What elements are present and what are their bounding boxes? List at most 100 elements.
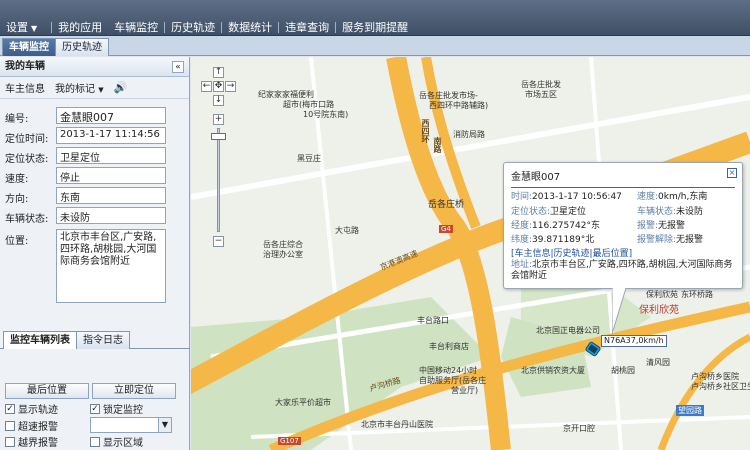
popup-links[interactable]: [车主信息|历史轨迹|最后位置] bbox=[511, 246, 632, 259]
my-marks-dropdown[interactable]: 我的标记 ▼ bbox=[55, 80, 104, 95]
menu-statistics[interactable]: 数据统计 bbox=[222, 19, 278, 35]
main-menu: 设置 ▼ 我的应用 车辆监控 历史轨迹 数据统计 违章查询 服务到期提醒 bbox=[0, 18, 414, 36]
zoom-out-icon[interactable]: − bbox=[213, 236, 224, 247]
direction-label: 方向: bbox=[5, 194, 29, 205]
popup-alarm-value: 无报警 bbox=[658, 221, 686, 231]
popup-alarm-clear-value: 无报警 bbox=[676, 235, 704, 245]
popup-lng-label: 经度: bbox=[511, 221, 533, 231]
map-label: 黑豆庄 bbox=[297, 154, 321, 163]
time-field: 2013-1-17 11:14:56 bbox=[56, 127, 166, 144]
owner-info-link[interactable]: 车主信息 bbox=[5, 80, 45, 95]
top-menu-bar: 设置 ▼ 我的应用 车辆监控 历史轨迹 数据统计 违章查询 服务到期提醒 bbox=[0, 0, 750, 36]
show-area-checkbox[interactable]: 显示区域 bbox=[90, 434, 143, 449]
collapse-icon[interactable]: « bbox=[172, 61, 184, 73]
vehicle-label: N76A37,0km/h bbox=[601, 335, 667, 347]
popup-lat-value: 39.871189°北 bbox=[532, 235, 595, 245]
checkbox-empty-icon bbox=[5, 420, 15, 431]
tab-monitored-vehicles[interactable]: 监控车辆列表 bbox=[3, 331, 77, 349]
checkbox-empty-icon bbox=[90, 436, 100, 447]
checkbox-checked-icon: ✓ bbox=[5, 403, 15, 414]
bottom-tab-strip: 监控车辆列表 指令日志 bbox=[0, 330, 190, 349]
overspeed-label: 超速报警 bbox=[18, 422, 58, 433]
popup-alarm-row: 报警:无报警 bbox=[637, 218, 685, 231]
popup-time-value: 2013-1-17 10:56:47 bbox=[532, 192, 622, 202]
overspeed-alarm-checkbox[interactable]: 超速报警 bbox=[5, 418, 58, 433]
locate-now-button[interactable]: 立即定位 bbox=[92, 383, 176, 399]
vehicle-status-label: 车辆状态: bbox=[5, 214, 49, 225]
popup-time-row: 时间:2013-1-17 10:56:47 bbox=[511, 189, 622, 202]
chevron-down-icon: ▼ bbox=[158, 418, 171, 432]
popup-address-row: 地址:北京市丰台区,广安路,四环路,胡桃园,大河国际商务会馆附近 bbox=[511, 260, 737, 282]
popup-pointer bbox=[612, 288, 627, 335]
id-label: 编号: bbox=[5, 114, 29, 125]
popup-status-label: 定位状态: bbox=[511, 207, 551, 217]
show-area-label: 显示区域 bbox=[103, 438, 143, 449]
popup-speed-row: 速度:0km/h,东南 bbox=[637, 189, 707, 202]
menu-violation-query[interactable]: 违章查询 bbox=[279, 19, 335, 35]
popup-time-label: 时间: bbox=[511, 192, 533, 202]
map-label: 保利欣苑 bbox=[639, 305, 679, 316]
popup-address-label: 地址: bbox=[511, 260, 533, 270]
menu-my-apps[interactable]: 我的应用 bbox=[52, 19, 108, 35]
pan-up-icon[interactable]: ↑ bbox=[213, 67, 224, 78]
close-icon[interactable]: × bbox=[727, 168, 737, 178]
menu-service-expiry[interactable]: 服务到期提醒 bbox=[336, 19, 414, 35]
tab-strip: 车辆监控 历史轨迹 bbox=[0, 36, 750, 56]
vehicle-status-field: 未设防 bbox=[56, 207, 166, 224]
popup-alarm-clear-label: 报警解除: bbox=[637, 235, 677, 245]
panel-toolbar: 车主信息 我的标记 ▼ 🔊 bbox=[0, 77, 189, 99]
menu-settings-label: 设置 bbox=[6, 21, 28, 34]
id-field: 金慧眼007 bbox=[56, 107, 166, 124]
chevron-down-icon: ▼ bbox=[98, 86, 104, 94]
popup-speed-label: 速度: bbox=[637, 192, 659, 202]
highway-shield: G107 bbox=[278, 437, 301, 445]
status-field: 卫星定位 bbox=[56, 147, 166, 164]
panel-title: 我的车辆 bbox=[5, 61, 45, 72]
popup-vstatus-label: 车辆状态: bbox=[637, 207, 677, 217]
pan-center-icon[interactable]: ✥ bbox=[213, 81, 224, 92]
tab-command-log[interactable]: 指令日志 bbox=[76, 331, 130, 349]
map-road-label: 西四环 bbox=[421, 119, 430, 143]
tab-history-track[interactable]: 历史轨迹 bbox=[55, 38, 109, 56]
address-label: 位置: bbox=[5, 236, 29, 247]
car-icon[interactable] bbox=[584, 341, 602, 357]
map-label: 京开口腔 bbox=[563, 424, 595, 433]
popup-lat-row: 纬度:39.871189°北 bbox=[511, 232, 594, 245]
speed-field: 停止 bbox=[56, 167, 166, 184]
map-label: 丰台利商店 bbox=[429, 342, 469, 351]
zoom-in-icon[interactable]: + bbox=[213, 114, 224, 125]
chevron-down-icon: ▼ bbox=[31, 24, 38, 33]
map-label: 消防局路 bbox=[453, 130, 485, 139]
direction-field: 东南 bbox=[56, 187, 166, 204]
map-label: 大屯路 bbox=[335, 226, 359, 235]
pan-left-icon[interactable]: ← bbox=[201, 81, 212, 92]
map-label: 东环桥路 bbox=[681, 290, 713, 299]
pan-down-icon[interactable]: ↓ bbox=[213, 95, 224, 106]
tab-vehicle-monitor[interactable]: 车辆监控 bbox=[2, 38, 56, 56]
map-road-label: 南路 bbox=[433, 137, 442, 153]
map-label: 北京国正电器公司 bbox=[536, 326, 600, 335]
lock-monitor-label: 锁定监控 bbox=[103, 405, 143, 416]
lock-monitor-checkbox[interactable]: ✓ 锁定监控 bbox=[90, 401, 143, 416]
popup-lat-label: 纬度: bbox=[511, 235, 533, 245]
show-track-checkbox[interactable]: ✓ 显示轨迹 bbox=[5, 401, 58, 416]
menu-history-track[interactable]: 历史轨迹 bbox=[165, 19, 221, 35]
speed-label: 速度: bbox=[5, 174, 29, 185]
map-label: 保利欣苑 bbox=[646, 290, 678, 299]
pan-right-icon[interactable]: → bbox=[225, 81, 236, 92]
status-label: 定位状态: bbox=[5, 154, 49, 165]
menu-vehicle-monitor[interactable]: 车辆监控 bbox=[108, 19, 164, 35]
show-track-label: 显示轨迹 bbox=[18, 405, 58, 416]
popup-speed-value: 0km/h,东南 bbox=[658, 192, 708, 202]
overspeed-select[interactable]: ▼ bbox=[90, 417, 172, 433]
zoom-slider-handle[interactable] bbox=[211, 133, 226, 140]
zoom-slider-track[interactable] bbox=[217, 128, 220, 232]
last-position-button[interactable]: 最后位置 bbox=[5, 383, 89, 399]
popup-vstatus-value: 未设防 bbox=[676, 207, 704, 217]
boundary-alarm-checkbox[interactable]: 越界报警 bbox=[5, 434, 58, 449]
menu-settings[interactable]: 设置 ▼ bbox=[0, 19, 43, 35]
popup-status-value: 卫星定位 bbox=[550, 207, 587, 217]
speaker-icon[interactable]: 🔊 bbox=[114, 81, 128, 94]
time-label: 定位时间: bbox=[5, 134, 49, 145]
highway-shield: G4 bbox=[439, 225, 453, 233]
